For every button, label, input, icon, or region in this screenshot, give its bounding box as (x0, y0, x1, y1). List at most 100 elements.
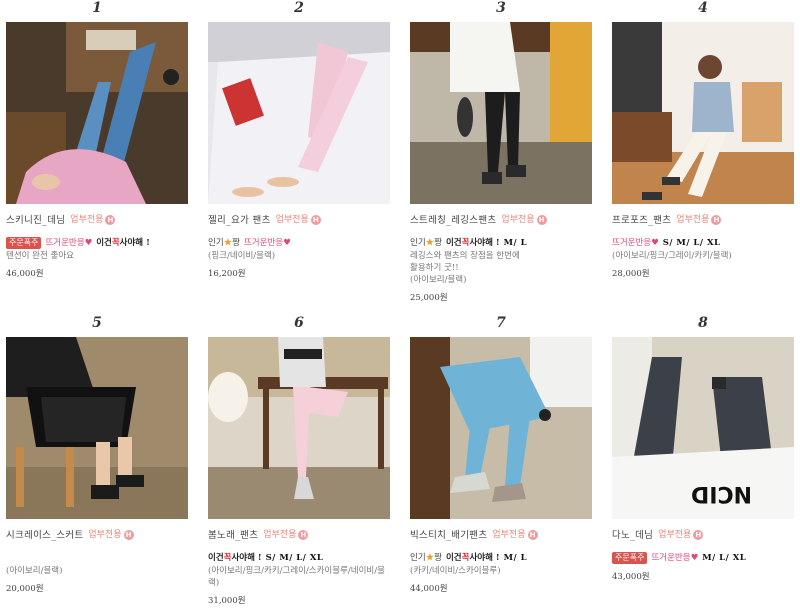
product-price: 31,000원 (208, 596, 246, 606)
product-name[interactable]: 시크레이스_스커트 (6, 529, 83, 542)
product-description: (아이보리/핑크/그레이/카키/블랙) (612, 251, 732, 261)
product-description: (카키/네이비/스카이블루) (410, 566, 501, 576)
rank-number: 7 (496, 315, 506, 331)
product-card: 1 스키니진_데님 업부전용 H 주문폭주 뜨거운반응♥ 이건꼭사야해 ! 텐션… (6, 0, 188, 281)
hot-circle-icon: H (298, 530, 309, 540)
product-image[interactable] (6, 22, 188, 204)
exclusive-label: 업부전용 (275, 214, 309, 225)
size-options: S/ M/ L/ XL (265, 552, 324, 563)
product-name[interactable]: 빅스티치_배기팬츠 (410, 529, 487, 542)
hot-circle-icon: H (711, 215, 722, 225)
rank-number: 2 (294, 0, 304, 16)
best-products-grid: 1 스키니진_데님 업부전용 H 주문폭주 뜨거운반응♥ 이건꼭사야해 ! 텐션… (0, 0, 800, 606)
hot-circle-icon: H (536, 215, 547, 225)
heart-icon: ♥ (690, 552, 699, 563)
hot-reaction-label: 뜨거운반응 (612, 237, 652, 248)
exclusive-badge: 업부전용 H (88, 529, 134, 542)
must-buy-highlight: 꼭 (111, 237, 120, 248)
product-price: 16,200원 (208, 269, 246, 279)
hot-circle-icon: H (105, 215, 116, 225)
product-name[interactable]: 젤리_요가 팬츠 (208, 214, 271, 227)
order-rush-badge: 주문폭주 (612, 552, 648, 564)
exclusive-label: 업부전용 (658, 529, 692, 540)
product-description: 텐션이 완전 좋아요 (6, 251, 74, 261)
must-buy-tag: 이건꼭사야해 ! (446, 552, 500, 565)
exclusive-label: 업부전용 (263, 529, 297, 540)
must-buy-tag: 이건꼭사야해 ! (208, 552, 262, 565)
product-name[interactable]: 스키니진_데님 (6, 214, 65, 227)
product-image[interactable] (410, 22, 592, 204)
product-image[interactable] (6, 337, 188, 519)
heart-icon: ♥ (84, 237, 93, 248)
rank-number: 8 (698, 315, 708, 331)
hot-reaction-label: 뜨거운반응 (243, 237, 284, 248)
product-description: 레깅스와 팬츠의 장점을 한번에 활용하기 굿!! (아이보리/블랙) (410, 251, 520, 285)
rank-number: 3 (496, 0, 506, 16)
product-price: 43,000원 (612, 572, 650, 582)
must-buy-suffix: 사야해 ! (119, 237, 150, 248)
must-buy-prefix: 이건 (208, 552, 224, 563)
star-icon: ★ (223, 237, 233, 248)
rank-number: 4 (698, 0, 708, 16)
product-card: 5 시크레이스_스커트 업부전용 H (아이보리/블랙) 20,000원 (6, 315, 188, 596)
product-price: 44,000원 (410, 584, 448, 594)
product-image[interactable] (208, 337, 390, 519)
must-buy-suffix: 사야해 ! (469, 552, 500, 563)
heart-icon: ♥ (651, 237, 659, 248)
product-name[interactable]: 다노_데님 (612, 529, 653, 542)
popular-tag: 인기★짱 (410, 237, 442, 250)
product-image[interactable]: NCID (612, 337, 794, 519)
product-description: (핑크/네이비/블랙) (208, 251, 276, 261)
rank-number: 1 (92, 0, 102, 16)
product-card: 7 빅스티치_배기팬츠 업부전용 H 인기★짱 이건꼭사야해 ! M/ L (카… (410, 315, 592, 596)
hot-reaction-label: 뜨거운반응 (651, 552, 691, 563)
product-description: (아이보리/블랙) (6, 566, 63, 576)
product-description: (아이보리/핑크/카키/그레이/스카이블루/네이비/블랙) (208, 566, 385, 588)
must-buy-prefix: 이건 (96, 237, 112, 248)
product-name[interactable]: 스트레칭_레깅스팬츠 (410, 214, 496, 227)
must-buy-prefix: 이건 (445, 552, 462, 563)
product-card: 2 젤리_요가 팬츠 업부전용 H 인기★짱 뜨거운반응♥ (핑크/네이비/블랙… (208, 0, 390, 281)
size-options: M/ L (503, 237, 528, 248)
popular-label: 인기 (410, 237, 426, 248)
popular-label: 인기 (208, 237, 224, 248)
product-card: 3 스트레칭_레깅스팬츠 업부전용 H 인기★짱 이건꼭사야해 ! M/ L 레… (410, 0, 592, 305)
popular-tag: 인기★짱 (208, 237, 240, 250)
star-icon: ★ (425, 552, 435, 563)
popular-label: 인기 (410, 552, 426, 563)
product-name[interactable]: 봄노래_팬츠 (208, 529, 258, 542)
product-card: 6 봄노래_팬츠 업부전용 H 이건꼭사야해 ! S/ M/ L/ XL (아이… (208, 315, 390, 608)
order-rush-badge: 주문폭주 (6, 237, 42, 249)
exclusive-badge: 업부전용 H (501, 214, 547, 227)
product-image[interactable] (612, 22, 794, 204)
exclusive-badge: 업부전용 H (676, 214, 722, 227)
heart-icon: ♥ (283, 237, 291, 248)
exclusive-label: 업부전용 (70, 214, 104, 225)
hot-circle-icon: H (527, 530, 538, 540)
must-buy-suffix: 사야해 ! (231, 552, 262, 563)
must-buy-prefix: 이건 (445, 237, 462, 248)
product-image[interactable] (410, 337, 592, 519)
exclusive-badge: 업부전용 H (276, 214, 321, 227)
product-card: 8 NCID 다노_데님 업부전용H 주문폭주 뜨거운반응♥ M/ L/ XL (612, 315, 794, 584)
popular-tag: 인기★짱 (410, 552, 442, 565)
exclusive-badge: 업부전용 H (70, 214, 116, 227)
exclusive-label: 업부전용 (88, 529, 122, 540)
product-price: 28,000원 (612, 269, 650, 279)
popular-suffix: 짱 (232, 237, 240, 248)
product-price: 20,000원 (6, 584, 44, 594)
svg-text:NCID: NCID (691, 481, 752, 506)
size-options: M/ L (503, 552, 528, 563)
product-name[interactable]: 프로포즈_팬츠 (612, 214, 671, 227)
hot-circle-icon: H (693, 530, 704, 540)
popular-suffix: 짱 (434, 552, 442, 563)
size-options: S/ M/ L/ XL (662, 237, 721, 248)
product-image[interactable] (208, 22, 390, 204)
product-price: 46,000원 (6, 269, 44, 279)
must-buy-tag: 이건꼭사야해 ! (446, 237, 500, 250)
exclusive-label: 업부전용 (676, 214, 710, 225)
hot-reaction-tag: 뜨거운반응♥ (612, 237, 659, 250)
hot-reaction-tag: 뜨거운반응♥ (651, 552, 698, 565)
hot-reaction-label: 뜨거운반응 (45, 237, 85, 248)
exclusive-badge: 업부전용 H (263, 529, 309, 542)
